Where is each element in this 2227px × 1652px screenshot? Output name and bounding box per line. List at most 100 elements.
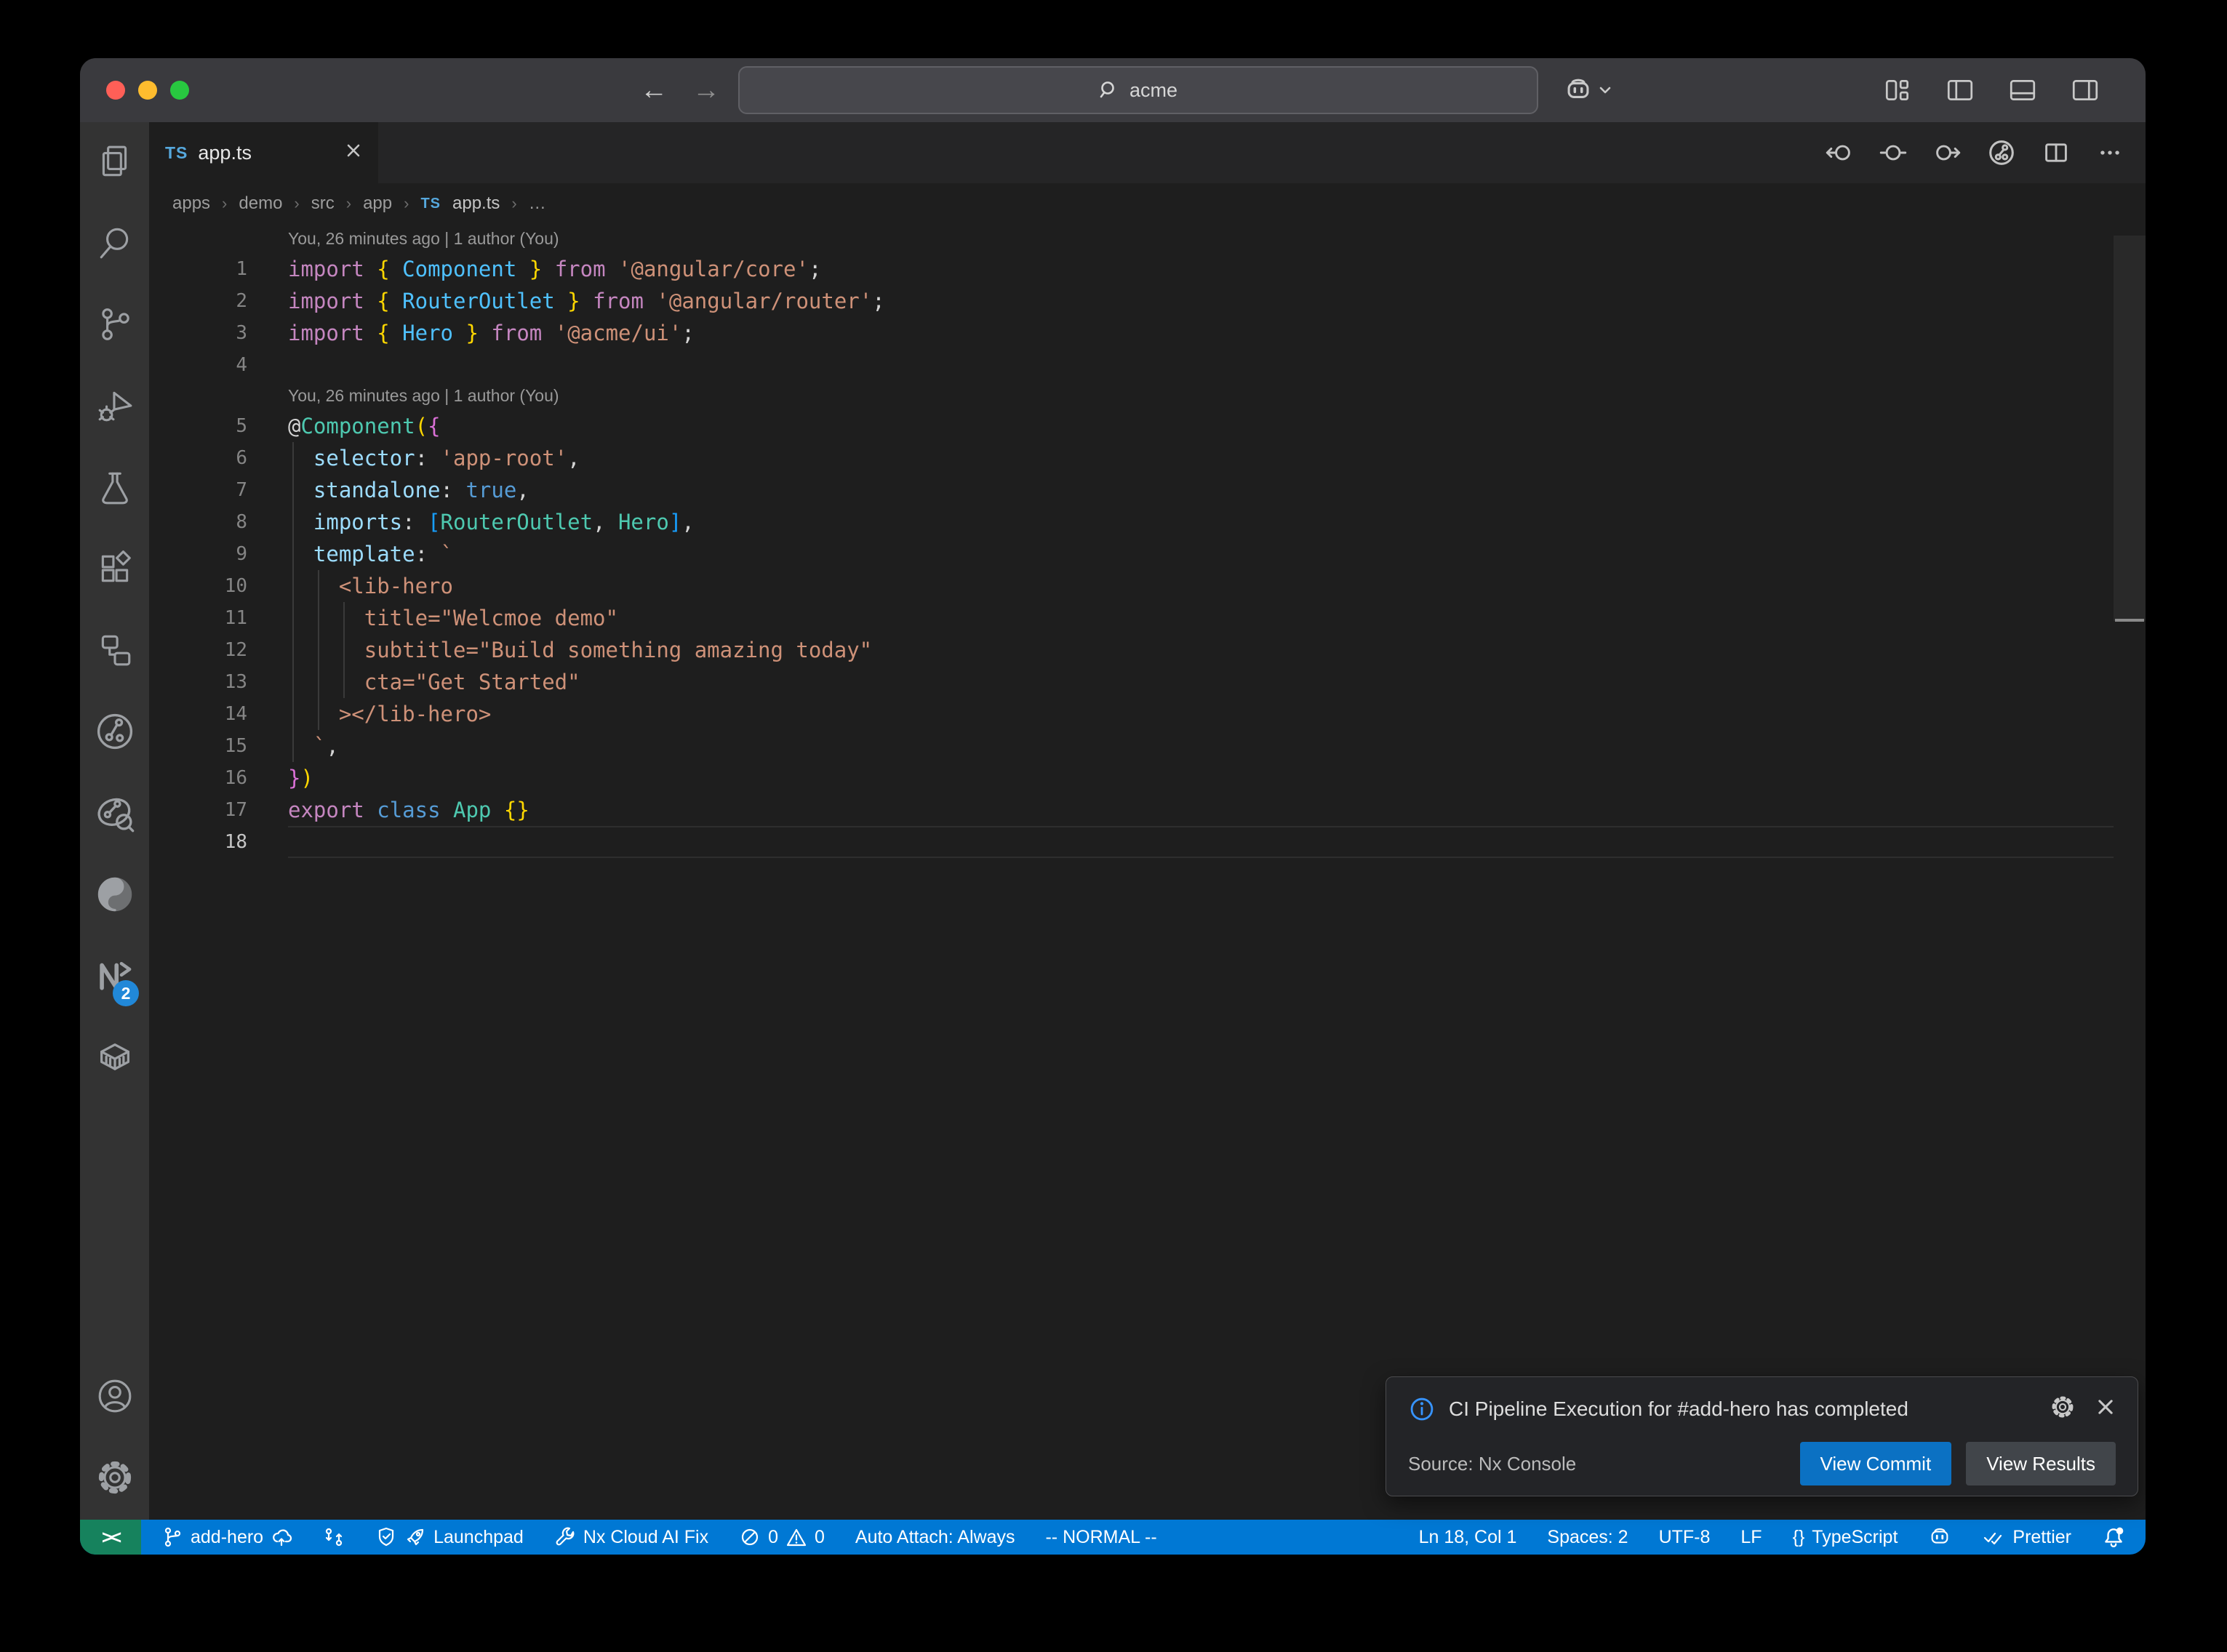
devtools-swirl-icon [95, 875, 135, 918]
code-text: }) [288, 766, 2114, 790]
zoom-window-button[interactable] [170, 81, 189, 100]
remote-indicator[interactable]: >< [80, 1520, 141, 1555]
status-bar: >< add-hero Launchpad Nx Cloud AI [80, 1520, 2146, 1555]
info-icon [1408, 1395, 1436, 1423]
graph-search-activity-item[interactable] [80, 774, 149, 855]
cursor-position-status[interactable]: Ln 18, Col 1 [1419, 1527, 1517, 1548]
nx-cloud-fix-status[interactable]: Nx Cloud AI Fix [554, 1526, 708, 1548]
encoding-status[interactable]: UTF-8 [1659, 1527, 1711, 1548]
customize-layout-icon[interactable] [1882, 77, 1913, 103]
code-line[interactable]: 16}) [149, 762, 2146, 794]
breadcrumb-item[interactable]: demo [239, 193, 282, 214]
git-branch-status[interactable]: add-hero [161, 1526, 292, 1548]
launchpad-status[interactable]: Launchpad [375, 1526, 524, 1548]
close-window-button[interactable] [106, 81, 125, 100]
minimize-window-button[interactable] [138, 81, 157, 100]
run-debug-activity-item[interactable] [80, 366, 149, 448]
code-line[interactable]: 7 standalone: true, [149, 474, 2146, 506]
command-center-search[interactable]: acme [738, 66, 1538, 114]
notification-close-icon[interactable] [2095, 1397, 2116, 1421]
account-activity-item[interactable] [80, 1357, 149, 1438]
code-line[interactable]: 14 ></lib-hero> [149, 698, 2146, 730]
copilot-icon [1564, 76, 1593, 105]
line-number: 8 [149, 511, 288, 533]
copilot-menu-button[interactable] [1564, 58, 1612, 122]
explorer-icon [96, 143, 134, 184]
vim-mode-status[interactable]: -- NORMAL -- [1045, 1527, 1156, 1548]
devtools-swirl-activity-item[interactable] [80, 855, 149, 937]
code-text: title="Welcmoe demo" [288, 606, 2114, 630]
close-tab-icon[interactable] [345, 142, 362, 164]
source-control-graph-icon[interactable] [1987, 138, 2016, 167]
code-line[interactable]: 4 [149, 349, 2146, 381]
commit-graph-activity-item[interactable] [80, 692, 149, 774]
code-line[interactable]: 6 selector: 'app-root', [149, 442, 2146, 474]
code-line[interactable]: 5@Component({ [149, 410, 2146, 442]
code-line[interactable]: 1import { Component } from '@angular/cor… [149, 253, 2146, 285]
toggle-panel-icon[interactable] [2007, 77, 2038, 103]
current-change-icon[interactable] [1879, 139, 1907, 167]
tab-app-ts[interactable]: TS app.ts [149, 122, 378, 183]
breadcrumb-item[interactable]: src [311, 193, 335, 214]
line-number: 1 [149, 258, 288, 280]
commit-graph-icon [95, 711, 135, 755]
nx-console-activity-item[interactable]: 2 [80, 937, 149, 1018]
split-editor-icon[interactable] [2042, 139, 2070, 167]
indent-guide [292, 442, 294, 762]
code-line[interactable]: 18 [149, 826, 2146, 858]
line-number: 3 [149, 322, 288, 344]
project-boxes-activity-item[interactable] [80, 611, 149, 692]
code-line[interactable]: 12 subtitle="Build something amazing tod… [149, 634, 2146, 666]
navigate-back-button[interactable]: ← [640, 58, 668, 122]
testing-activity-item[interactable] [80, 448, 149, 529]
code-line[interactable]: 11 title="Welcmoe demo" [149, 602, 2146, 634]
more-actions-icon[interactable] [2096, 139, 2124, 167]
extensions-activity-item[interactable] [80, 529, 149, 611]
containers-activity-item[interactable] [80, 1018, 149, 1099]
code-editor[interactable]: You, 26 minutes ago | 1 author (You) 1imp… [149, 224, 2146, 1520]
eol-status[interactable]: LF [1740, 1527, 1762, 1548]
nav-next-change-icon[interactable] [1933, 139, 1961, 167]
code-line[interactable]: 3import { Hero } from '@acme/ui'; [149, 317, 2146, 349]
line-number: 5 [149, 415, 288, 437]
notification-settings-icon[interactable] [2050, 1395, 2075, 1423]
copilot-status[interactable] [1928, 1525, 1951, 1549]
scrollbar[interactable] [2114, 236, 2146, 621]
view-results-button[interactable]: View Results [1966, 1442, 2116, 1485]
breadcrumb-item[interactable]: apps [172, 193, 210, 214]
breadcrumb-overflow[interactable]: … [529, 193, 546, 214]
indentation-status[interactable]: Spaces: 2 [1547, 1527, 1628, 1548]
breadcrumb-item[interactable]: app [363, 193, 392, 214]
code-line[interactable]: 17export class App {} [149, 794, 2146, 826]
codelens-row[interactable]: You, 26 minutes ago | 1 author (You) [149, 224, 2146, 253]
code-line[interactable]: 15 `, [149, 730, 2146, 762]
nav-previous-change-icon[interactable] [1826, 139, 1853, 167]
auto-attach-status[interactable]: Auto Attach: Always [855, 1527, 1015, 1548]
breadcrumb-file[interactable]: app.ts [452, 193, 500, 214]
navigate-forward-button[interactable]: → [692, 58, 720, 122]
source-control-activity-item[interactable] [80, 285, 149, 366]
problems-status[interactable]: 0 0 [739, 1526, 825, 1548]
search-activity-item[interactable] [80, 204, 149, 285]
compare-changes-status[interactable] [323, 1526, 345, 1548]
settings-gear-activity-item[interactable] [80, 1438, 149, 1520]
code-line[interactable]: 2import { RouterOutlet } from '@angular/… [149, 285, 2146, 317]
code-line[interactable]: 9 template: ` [149, 538, 2146, 570]
language-status[interactable]: {} TypeScript [1793, 1527, 1898, 1548]
code-line[interactable]: 13 cta="Get Started" [149, 666, 2146, 698]
containers-icon [95, 1038, 135, 1080]
notifications-status[interactable] [2102, 1525, 2125, 1549]
code-line[interactable]: 10 <lib-hero [149, 570, 2146, 602]
code-line[interactable]: 8 imports: [RouterOutlet, Hero], [149, 506, 2146, 538]
git-compare-icon [323, 1526, 345, 1548]
toggle-secondary-sidebar-icon[interactable] [2070, 77, 2100, 103]
code-text: selector: 'app-root', [288, 446, 2114, 470]
codelens-row[interactable]: You, 26 minutes ago | 1 author (You) [149, 381, 2146, 410]
codelens-label: You, 26 minutes ago | 1 author (You) [288, 229, 2114, 249]
line-number: 6 [149, 447, 288, 469]
view-commit-button[interactable]: View Commit [1800, 1442, 1952, 1485]
toggle-primary-sidebar-icon[interactable] [1945, 77, 1975, 103]
formatter-status[interactable]: Prettier [1982, 1526, 2071, 1548]
explorer-activity-item[interactable] [80, 122, 149, 204]
tab-label: app.ts [198, 142, 252, 164]
